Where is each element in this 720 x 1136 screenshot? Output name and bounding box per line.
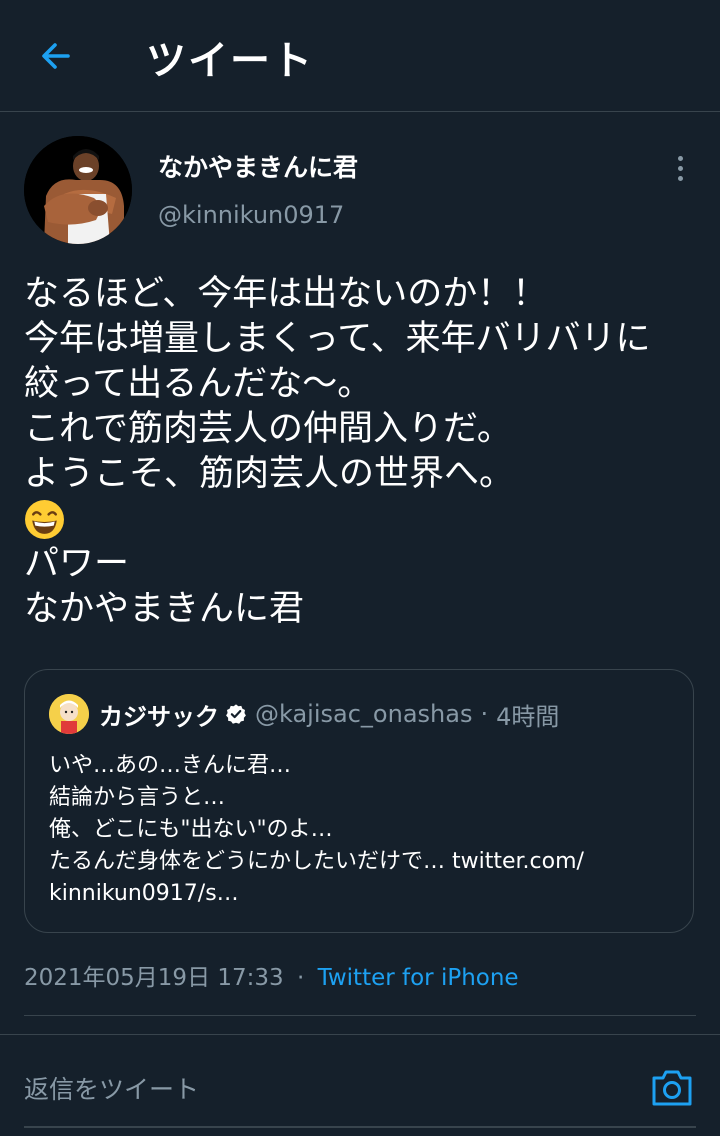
grinning-squinting-face-emoji [25,500,64,539]
back-arrow-icon [42,43,70,69]
separator-dot: · [480,700,489,728]
tweet-line: パワー [24,544,130,584]
tweet-line: 今年は増量しまくって、来年バリバリに [24,319,651,359]
quoted-tweet-card[interactable]: カジサック @kajisac_onashas · 4時間 いや…あの…きんに君…… [24,669,694,933]
camera-button[interactable] [648,1064,696,1112]
verified-badge-icon [225,703,247,725]
tweet-line: 絞って出るんだな〜。 [24,364,373,404]
tweet-line: なかやまきんに君 [24,589,305,629]
avatar[interactable] [24,136,132,244]
divider [0,1034,720,1035]
quoted-author-name: カジサック [99,702,219,731]
divider [24,1015,696,1016]
tweet-meta: 2021年05月19日 17:33 · Twitter for iPhone [24,958,519,992]
tweet-line: なるほど、今年は出ないのか！！ [24,274,548,314]
quoted-author-handle: @kajisac_onashas [255,700,473,728]
quoted-avatar [49,694,89,734]
tweet-detail-screen: ツイート なかやまきんに君 @kinnikun0917 なるほど、今年は出ないの… [0,0,720,1136]
tweet-text: なるほど、今年は出ないのか！！ 今年は増量しまくって、来年バリバリに 絞って出る… [24,272,704,632]
camera-icon [652,1070,692,1106]
quoted-line: 結論から言うと… [49,785,226,810]
tweet-timestamp: 2021年05月19日 17:33 [24,965,284,991]
quoted-tweet-header: カジサック @kajisac_onashas · 4時間 [49,694,559,734]
tweet-source-link[interactable]: Twitter for iPhone [318,965,519,991]
tweet-line: これで筋肉芸人の仲間入りだ。 [24,409,512,449]
quoted-line: いや…あの…きんに君… [49,753,292,778]
more-options-button[interactable] [664,150,696,186]
quoted-line: 俺、どこにも"出ない"のよ… [49,817,333,842]
author-display-name[interactable]: なかやまきんに君 [158,148,358,184]
separator-dot: · [296,965,305,991]
reply-input[interactable]: 返信をツイート [24,1070,199,1106]
input-underline [24,1126,696,1128]
quoted-tweet-time: 4時間 [496,702,560,731]
quoted-tweet-text: いや…あの…きんに君… 結論から言うと… 俺、どこにも"出ない"のよ… たるんだ… [49,750,689,910]
tweet-emoji-line [24,497,704,542]
tweet-line: ようこそ、筋肉芸人の世界へ。 [24,454,515,494]
page-title: ツイート [146,38,314,84]
back-button[interactable] [34,34,78,78]
top-app-bar: ツイート [0,0,720,112]
author-handle[interactable]: @kinnikun0917 [158,201,344,229]
quoted-line: kinnikun0917/s… [49,881,239,906]
quoted-line: たるんだ身体をどうにかしたいだけで… twitter.com/ [49,849,584,874]
more-vertical-icon [677,155,683,161]
avatar-photo [24,136,132,244]
